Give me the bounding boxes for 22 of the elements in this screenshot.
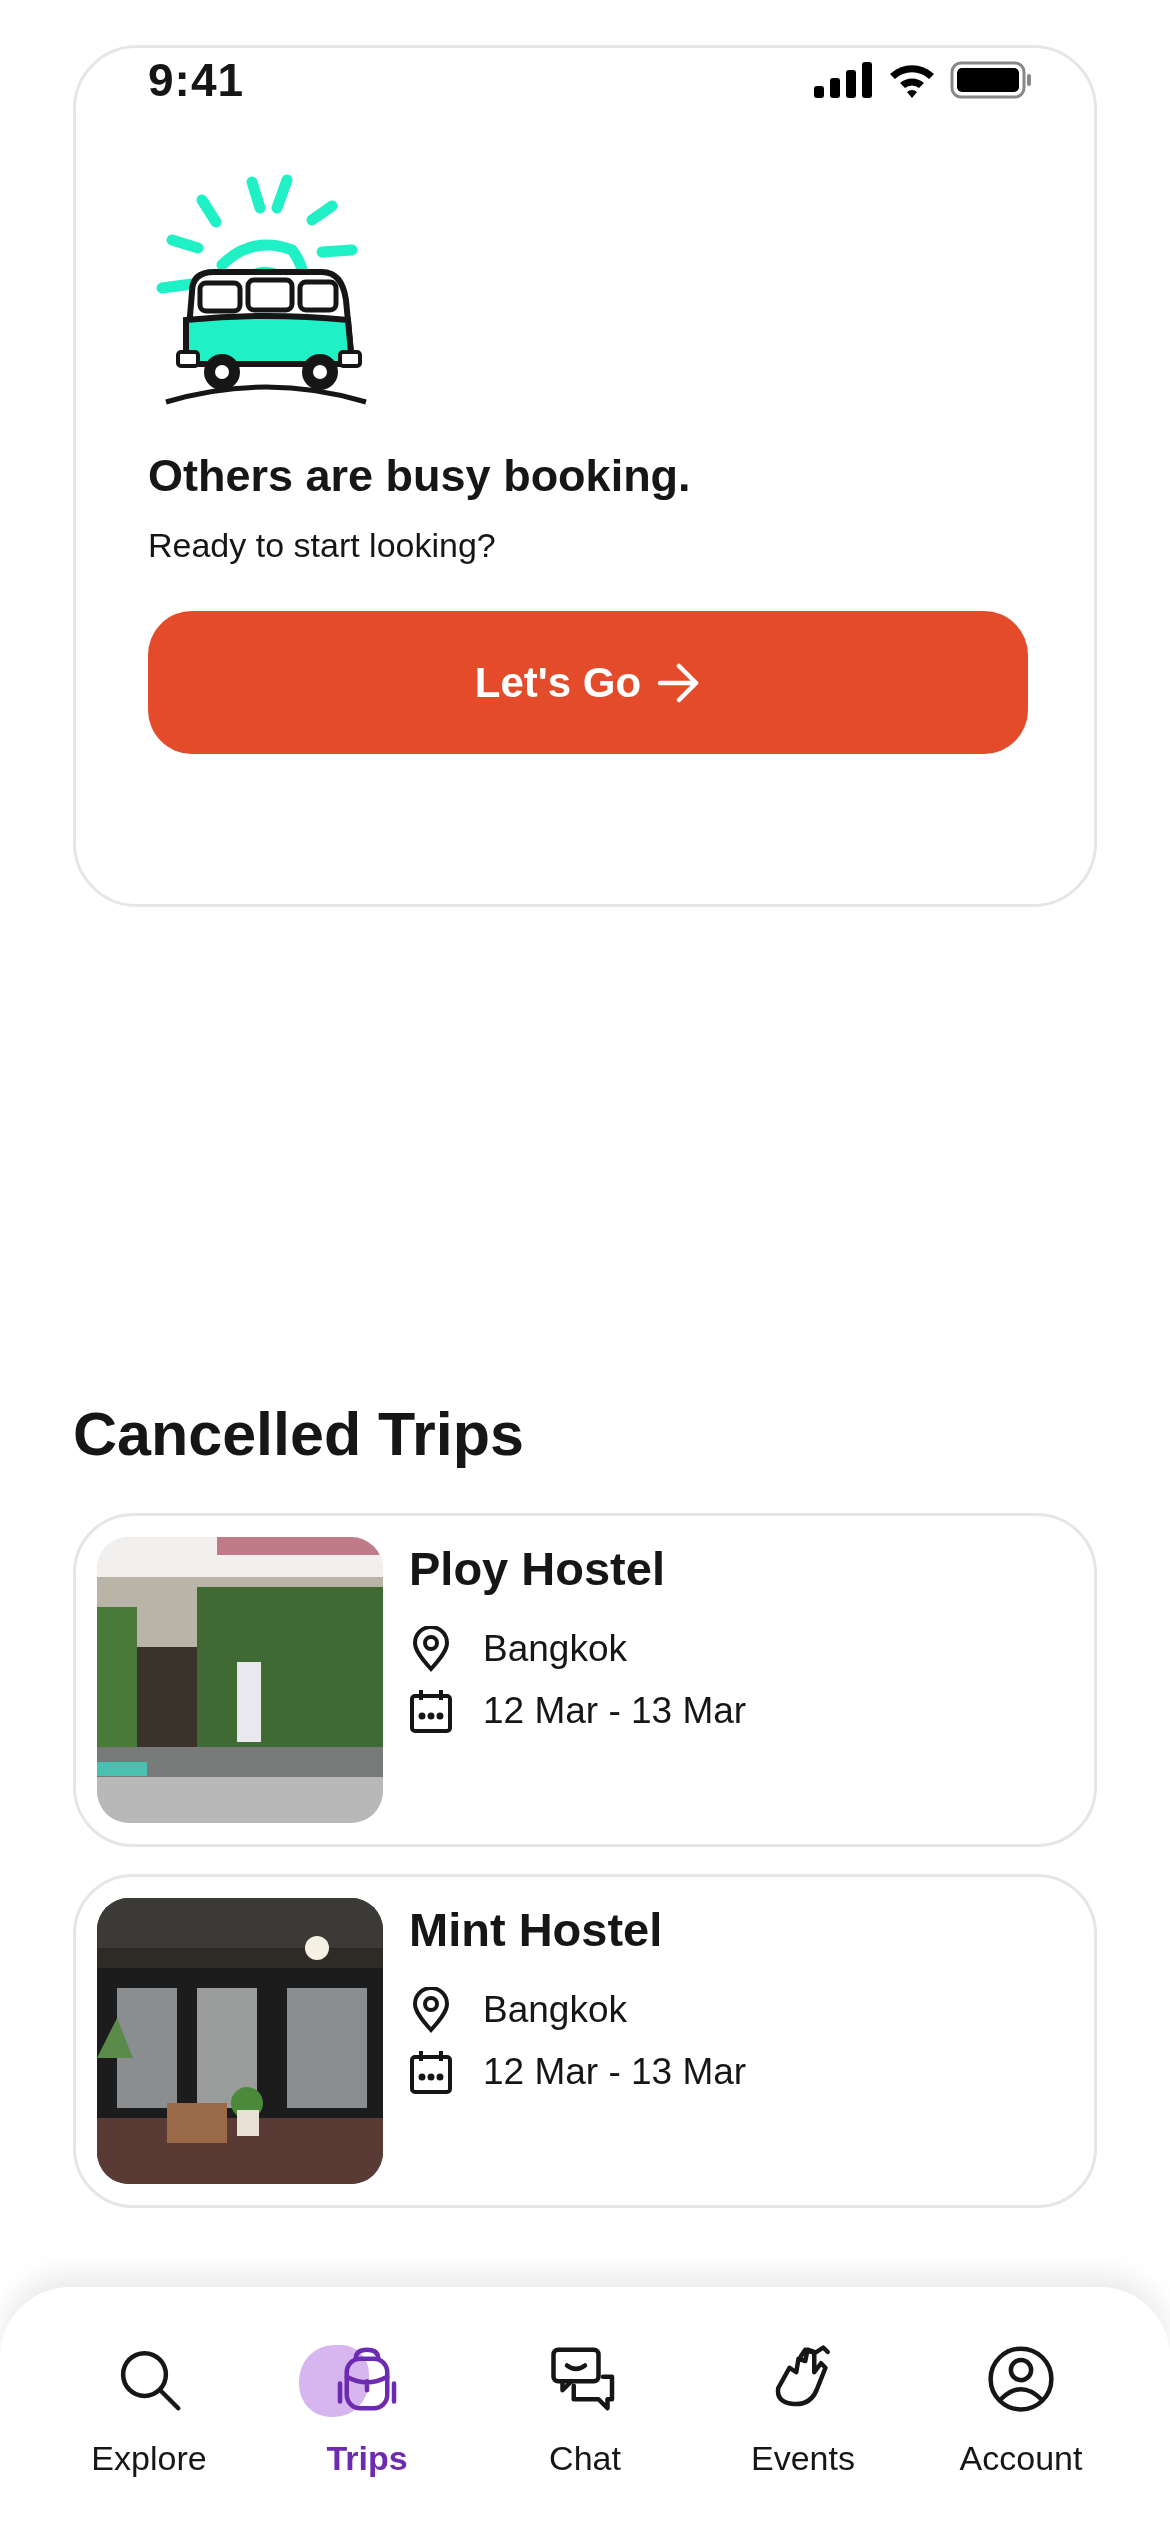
trip-location: Bangkok — [483, 1628, 627, 1670]
wifi-icon — [888, 62, 936, 98]
tab[interactable]: Events — [713, 2339, 893, 2478]
tab[interactable]: Trips — [277, 2339, 457, 2478]
section-heading: Cancelled Trips — [73, 1399, 525, 1469]
signal-icon — [814, 62, 874, 98]
tab[interactable]: Chat — [495, 2339, 675, 2478]
hostel-name: Ploy Hostel — [409, 1541, 666, 1596]
account-icon — [985, 2343, 1057, 2415]
calendar-icon — [409, 1688, 453, 1734]
trip-location: Bangkok — [483, 1989, 627, 2031]
empty-state-subtitle: Ready to start looking? — [148, 526, 497, 565]
empty-state-title: Others are busy booking. — [148, 450, 692, 502]
calendar-icon — [409, 2049, 453, 2095]
status-time: 9:41 — [148, 53, 245, 107]
lets-go-button[interactable]: Let's Go — [148, 611, 1028, 754]
trip-dates: 12 Mar - 13 Mar — [483, 1690, 747, 1732]
tab[interactable]: Account — [931, 2339, 1111, 2478]
hostel-name: Mint Hostel — [409, 1902, 664, 1957]
trip-dates: 12 Mar - 13 Mar — [483, 2051, 747, 2093]
tab[interactable]: Explore — [59, 2339, 239, 2478]
battery-icon — [950, 61, 1032, 99]
